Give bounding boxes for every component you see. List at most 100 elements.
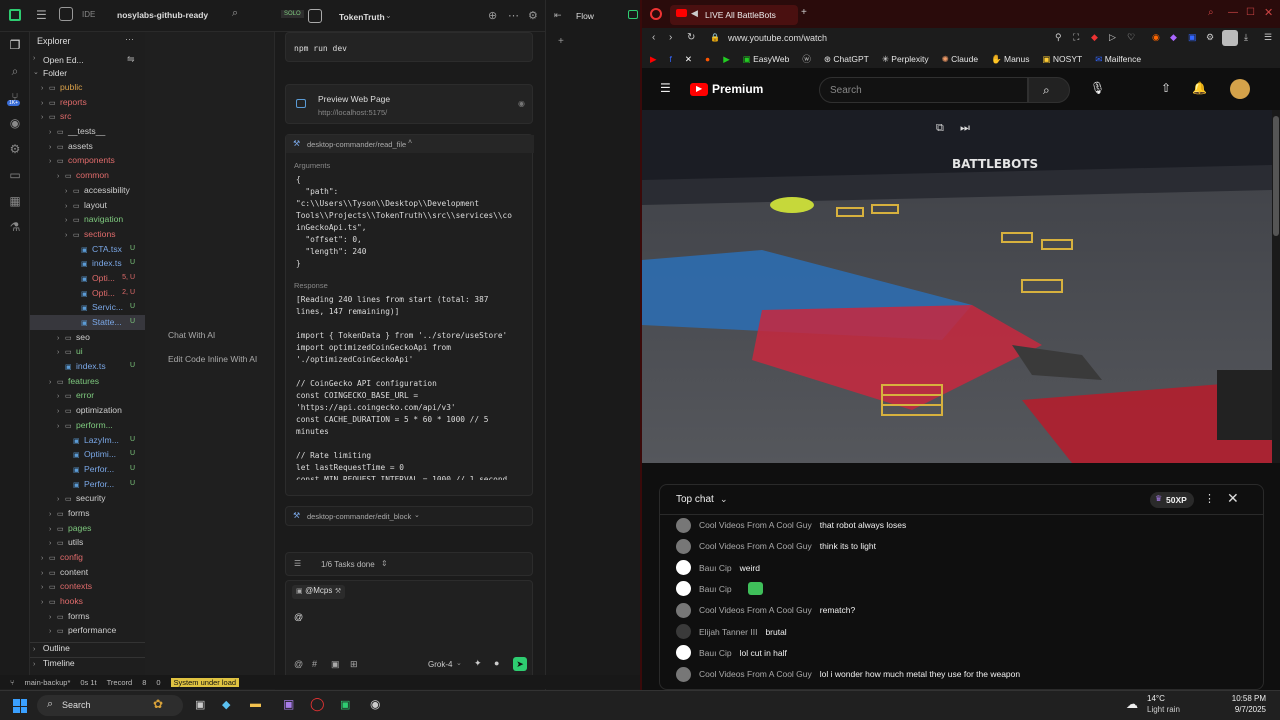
- video-player[interactable]: BATTLEBOTS ⧉ ⏭: [642, 110, 1272, 463]
- weather-temp[interactable]: 14°C: [1147, 694, 1165, 703]
- shield-icon[interactable]: ◆: [1091, 32, 1098, 43]
- solo-badge[interactable]: SOLO: [281, 10, 304, 18]
- chat-input-box[interactable]: ▣ @Mcps ⚒ @ @ # ▣ ⊞ Grok-4 ⌄ ✦ ● ➤: [285, 580, 533, 680]
- tree-file[interactable]: ▣ index.ts U: [30, 359, 145, 374]
- more-vert-icon[interactable]: ⋮: [1204, 492, 1215, 505]
- debug-icon[interactable]: ◉: [0, 110, 30, 136]
- tree-file[interactable]: ▣ Perfor... U: [30, 462, 145, 477]
- tasks-bar[interactable]: ☰ 1/6 Tasks done ⇕: [285, 552, 533, 576]
- microphone-icon[interactable]: 🎙: [1090, 81, 1105, 95]
- scrollbar[interactable]: [1272, 110, 1280, 463]
- eye-icon[interactable]: ◉: [518, 99, 525, 108]
- new-tab-icon[interactable]: +: [801, 7, 807, 18]
- profile-avatar[interactable]: [1222, 30, 1238, 46]
- image-icon[interactable]: ▣: [331, 659, 340, 670]
- copilot-icon[interactable]: ◆: [222, 698, 230, 711]
- bookmark-nosyt[interactable]: ▣ NOSYT: [1043, 54, 1083, 65]
- menu-icon[interactable]: ☰: [36, 8, 47, 22]
- avatar[interactable]: [676, 538, 691, 554]
- chevron-down-icon[interactable]: ⌄: [456, 659, 462, 667]
- flask-icon[interactable]: ⚗: [0, 214, 30, 240]
- tree-file[interactable]: ▣ LazyIm... U: [30, 433, 145, 448]
- settings-icon[interactable]: ⚙: [528, 9, 538, 22]
- terminal-icon[interactable]: [628, 10, 638, 19]
- explorer-icon[interactable]: ❐: [0, 32, 30, 58]
- tree-file[interactable]: ▣ Opti... 2, U: [30, 286, 145, 301]
- tree-folder[interactable]: › ▭ forms: [30, 506, 145, 521]
- timeline-row[interactable]: › Timeline: [30, 657, 145, 672]
- edit-inline-ai-link[interactable]: Edit Code Inline With AI: [168, 354, 257, 364]
- model-select[interactable]: Grok-4: [428, 660, 452, 669]
- bookmark-easyweb[interactable]: ▣ EasyWeb: [743, 54, 790, 65]
- chat-message[interactable]: Bauı Cip: [676, 579, 763, 599]
- download-icon[interactable]: ⤓: [1244, 32, 1248, 43]
- more-icon[interactable]: ⋯: [125, 34, 134, 45]
- search-icon[interactable]: ⌕: [0, 58, 30, 84]
- miniplayer-icon[interactable]: ⧉: [936, 122, 944, 135]
- play-icon[interactable]: ▷: [1109, 32, 1116, 43]
- tree-folder[interactable]: › ▭ utils: [30, 535, 145, 550]
- tree-file[interactable]: ▣ Statte... U: [30, 315, 145, 330]
- context-icon[interactable]: ⊞: [350, 659, 358, 670]
- tree-file[interactable]: ▣ Optimi... U: [30, 447, 145, 462]
- chat-message[interactable]: Cool Videos From A Cool Guy rematch?: [676, 600, 855, 620]
- tree-folder[interactable]: › ▭ __tests__: [30, 124, 145, 139]
- tree-folder[interactable]: › ▭ performance: [30, 623, 145, 638]
- x-bookmark-icon[interactable]: ✕: [685, 54, 692, 65]
- chevron-down-icon[interactable]: ⌄: [385, 11, 392, 20]
- chat-author[interactable]: Elijah Tanner III: [699, 627, 757, 637]
- heart-icon[interactable]: ♡: [1127, 32, 1135, 43]
- search-input[interactable]: Search: [819, 77, 1028, 103]
- reload-icon[interactable]: ↻: [687, 32, 695, 43]
- clock-time[interactable]: 10:58 PM: [1232, 694, 1266, 703]
- tree-folder[interactable]: › ▭ navigation: [30, 212, 145, 227]
- tree-folder[interactable]: › ▭ common: [30, 168, 145, 183]
- source-control-icon[interactable]: ⑂ 1K+: [0, 84, 30, 110]
- collapse-icon[interactable]: ⇤: [554, 10, 562, 21]
- audio-icon[interactable]: ◀: [691, 8, 698, 19]
- ide-taskbar-icon[interactable]: ▣: [340, 698, 350, 711]
- chat-message[interactable]: Cool Videos From A Cool Guy that robot al…: [676, 515, 906, 535]
- project-name[interactable]: nosylabs-github-ready: [117, 10, 208, 20]
- youtube-premium-label[interactable]: Premium: [712, 82, 763, 96]
- chat-message[interactable]: Elijah Tanner III brutal: [676, 622, 787, 642]
- notifications-icon[interactable]: 🔔: [1192, 81, 1207, 95]
- tree-folder[interactable]: › ▭ src: [30, 109, 145, 124]
- sync-time[interactable]: 0s 1t: [80, 678, 96, 687]
- forward-icon[interactable]: ›: [669, 32, 672, 43]
- open-editors-row[interactable]: › Open Ed... ⇋: [30, 54, 145, 68]
- play-bookmark-icon[interactable]: ▶: [723, 54, 730, 65]
- top-chat-dropdown[interactable]: Top chat: [676, 494, 714, 505]
- chat-with-ai-link[interactable]: Chat With AI: [168, 330, 215, 340]
- folder-row[interactable]: ⌄ Folder: [30, 68, 145, 80]
- warning-count[interactable]: 0: [156, 678, 160, 687]
- settings-icon[interactable]: ⚙: [0, 136, 30, 162]
- mic-icon[interactable]: ●: [494, 658, 499, 668]
- branch-name[interactable]: main-backup*: [25, 678, 71, 687]
- extension-translate-icon[interactable]: ▣: [1188, 32, 1197, 43]
- tree-folder[interactable]: › ▭ assets: [30, 139, 145, 154]
- bookmark-claude[interactable]: ✺ Claude: [942, 54, 978, 65]
- filter-icon[interactable]: ⇋: [127, 54, 135, 65]
- bookmark-mailfence[interactable]: ✉ Mailfence: [1095, 54, 1141, 65]
- chat-mode-icon[interactable]: [308, 9, 322, 23]
- chat-message[interactable]: Bauı Cip lol cut in half: [676, 643, 787, 663]
- maximize-icon[interactable]: ☐: [1246, 7, 1255, 18]
- tree-folder[interactable]: › ▭ sections: [30, 227, 145, 242]
- weather-desc[interactable]: Light rain: [1147, 705, 1180, 714]
- chat-author[interactable]: Bauı Cip: [699, 563, 732, 573]
- chat-author[interactable]: Cool Videos From A Cool Guy: [699, 520, 812, 530]
- pin-icon[interactable]: ⚲: [1055, 32, 1062, 43]
- close-icon[interactable]: ✕: [1264, 6, 1273, 19]
- tree-file[interactable]: ▣ index.ts U: [30, 256, 145, 271]
- chat-input[interactable]: @: [294, 612, 303, 622]
- reddit-bookmark-icon[interactable]: ●: [705, 54, 710, 64]
- avatar[interactable]: [676, 645, 691, 661]
- mention-chip[interactable]: ▣ @Mcps ⚒: [292, 585, 346, 599]
- app-icon[interactable]: ▣: [283, 697, 294, 711]
- tree-folder[interactable]: › ▭ error: [30, 388, 145, 403]
- chat-author[interactable]: Cool Videos From A Cool Guy: [699, 541, 812, 551]
- tree-folder[interactable]: › ▭ seo: [30, 330, 145, 345]
- trecord-label[interactable]: Trecord: [107, 678, 133, 687]
- upload-icon[interactable]: ⇧: [1161, 81, 1171, 95]
